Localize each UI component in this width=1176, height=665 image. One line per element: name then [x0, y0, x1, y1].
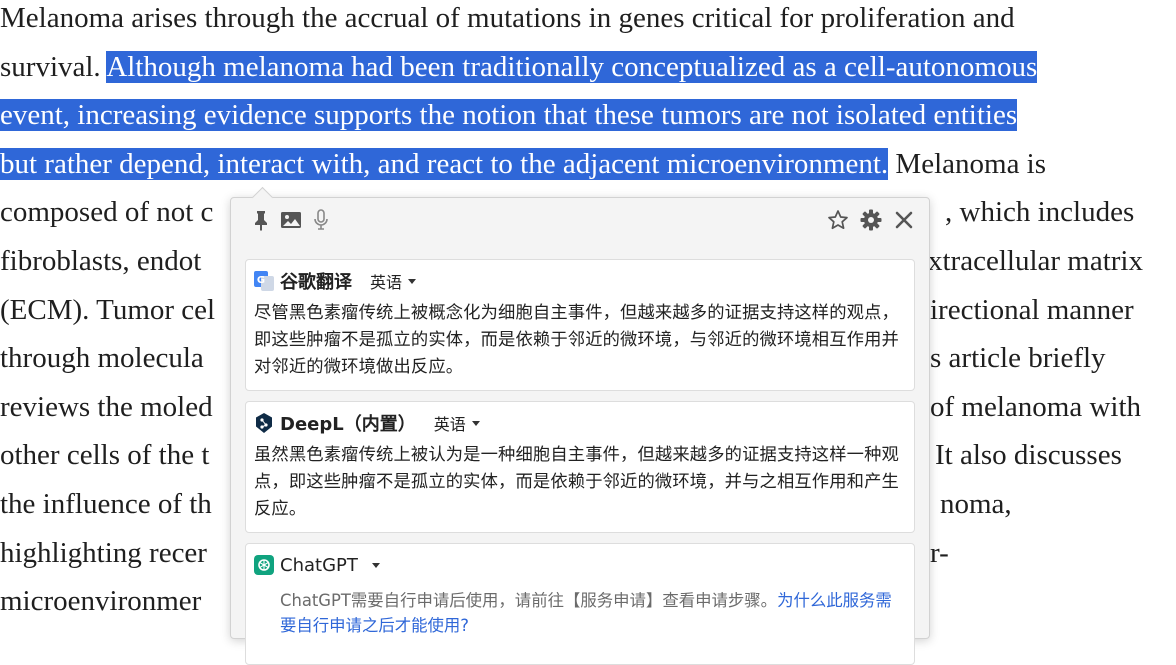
- article-text: Melanoma is: [888, 147, 1047, 180]
- article-text: microenvironmer: [0, 585, 202, 618]
- selected-text: event, increasing evidence supports the …: [0, 99, 1018, 132]
- article-line: survival. Although melanoma had been tra…: [0, 43, 1176, 92]
- chatgpt-name: ChatGPT: [280, 554, 358, 576]
- article-text: reviews the moled: [0, 390, 213, 423]
- article-text: survival.: [0, 50, 107, 83]
- article-text: (ECM). Tumor cel: [0, 293, 216, 326]
- article-line: but rather depend, interact with, and re…: [0, 140, 1176, 189]
- article-text-fragment: r-: [930, 536, 949, 569]
- article-text-fragment: of melanoma with: [930, 390, 1142, 423]
- google-lang-label: 英语: [370, 273, 403, 292]
- article-line: Melanoma arises through the accrual of m…: [0, 0, 1176, 43]
- image-icon[interactable]: [279, 208, 303, 232]
- chatgpt-card: ChatGPT ChatGPT需要自行申请后使用，请前往【服务申请】查看申请步骤…: [245, 543, 915, 665]
- microphone-icon[interactable]: [309, 208, 333, 232]
- article-text-fragment: , which includes: [945, 196, 1135, 229]
- article-text: composed of not c: [0, 196, 214, 229]
- google-translation-text: 尽管黑色素瘤传统上被概念化为细胞自主事件，但越来越多的证据支持这样的观点，即这些…: [254, 303, 899, 377]
- article-line: event, increasing evidence supports the …: [0, 91, 1176, 140]
- article-text: fibroblasts, endot: [0, 244, 202, 277]
- close-icon[interactable]: [892, 208, 916, 232]
- pin-icon[interactable]: [249, 208, 273, 232]
- article-text: Melanoma arises through the accrual of m…: [0, 2, 1015, 34]
- article-text-fragment: irectional manner: [930, 293, 1134, 326]
- deepl-lang-label: 英语: [433, 415, 466, 434]
- svg-text:G: G: [257, 275, 265, 286]
- chevron-down-icon[interactable]: [371, 562, 380, 568]
- popup-toolbar: [231, 198, 929, 244]
- google-translate-icon: G: [254, 271, 274, 291]
- deepl-translation-text: 虽然黑色素瘤传统上被认为是一种细胞自主事件，但越来越多的证据支持这样一种观点，即…: [254, 445, 899, 519]
- chatgpt-icon: [254, 555, 274, 575]
- article-text: the influence of th: [0, 487, 212, 520]
- article-text-fragment: It also discusses: [935, 439, 1122, 472]
- star-icon[interactable]: [826, 208, 850, 232]
- translation-popup: G 谷歌翻译 英语 尽管黑色素瘤传统上被概念化为细胞自主事件，但越来越多的证据支…: [230, 197, 930, 665]
- selected-text: Although melanoma had been traditionally…: [106, 50, 1038, 83]
- google-translate-card: G 谷歌翻译 英语 尽管黑色素瘤传统上被概念化为细胞自主事件，但越来越多的证据支…: [245, 259, 915, 391]
- deepl-card: DeepL（内置） 英语 虽然黑色素瘤传统上被认为是一种细胞自主事件，但越来越多…: [245, 401, 915, 533]
- chatgpt-notice-text: ChatGPT需要自行申请后使用，请前往【服务申请】查看申请步骤。: [280, 591, 778, 610]
- article-text: other cells of the t: [0, 439, 210, 472]
- article-text: through molecula: [0, 342, 204, 375]
- chatgpt-notice: ChatGPT需要自行申请后使用，请前往【服务申请】查看申请步骤。为什么此服务需…: [280, 588, 900, 638]
- article-text-fragment: noma,: [940, 487, 1012, 520]
- deepl-source-language-select[interactable]: 英语: [434, 411, 480, 435]
- selected-text: but rather depend, interact with, and re…: [0, 147, 889, 180]
- deepl-icon: [254, 413, 274, 433]
- article-text-fragment: xtracellular matrix: [928, 244, 1143, 277]
- google-source-language-select[interactable]: 英语: [370, 269, 417, 293]
- chevron-down-icon: [408, 278, 417, 284]
- chevron-down-icon: [471, 420, 480, 426]
- google-translate-name: 谷歌翻译: [280, 272, 352, 293]
- gear-icon[interactable]: [859, 208, 883, 232]
- article-text-fragment: s article briefly: [930, 342, 1106, 375]
- deepl-name: DeepL（内置）: [280, 414, 416, 435]
- article-text: highlighting recer: [0, 536, 207, 569]
